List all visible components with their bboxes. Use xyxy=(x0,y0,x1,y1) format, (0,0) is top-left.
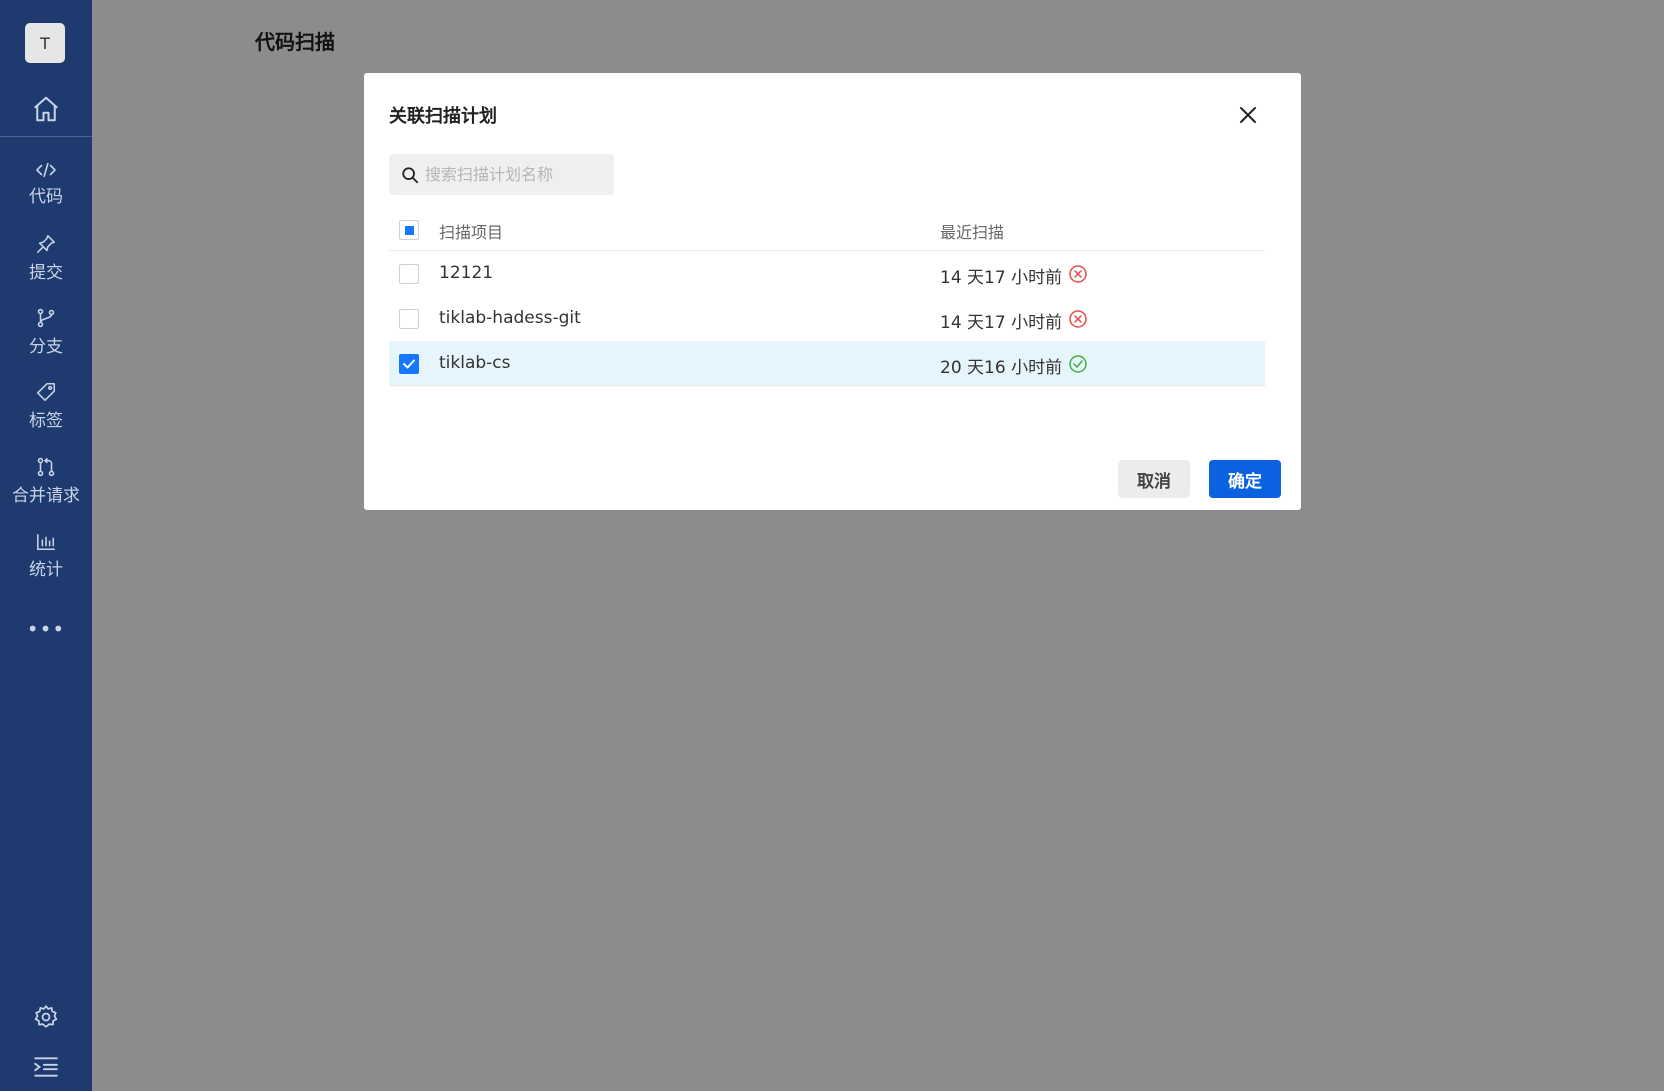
search-box xyxy=(389,154,614,195)
scan-project-name: tiklab-cs xyxy=(439,353,511,373)
sidebar-divider xyxy=(0,136,92,137)
sidebar-item-branch[interactable]: 分支 xyxy=(0,300,92,364)
close-button[interactable] xyxy=(1234,101,1262,129)
collapse-menu-icon xyxy=(34,1057,58,1077)
scan-project-name: 12121 xyxy=(439,263,494,283)
check-icon xyxy=(403,359,415,369)
home-icon xyxy=(34,96,58,122)
more-button[interactable]: ••• xyxy=(0,616,92,642)
sidebar-item-merge-request[interactable]: 合并请求 xyxy=(0,449,92,513)
sidebar: T 代码 提交 分支 标签 合并请求 统计 ••• xyxy=(0,0,92,1091)
pin-icon xyxy=(36,234,56,254)
select-all-checkbox[interactable] xyxy=(399,220,419,240)
dialog-title: 关联扫描计划 xyxy=(389,106,497,127)
recent-scan-time: 20 天16 小时前 xyxy=(940,358,1063,378)
collapse-sidebar-button[interactable] xyxy=(0,1052,92,1082)
branch-icon xyxy=(37,308,55,328)
column-header-name: 扫描项目 xyxy=(439,223,504,242)
sidebar-item-label: 标签 xyxy=(29,411,63,431)
table-row[interactable]: tiklab-cs 20 天16 小时前 xyxy=(389,341,1265,386)
close-icon xyxy=(1240,107,1256,123)
recent-scan-time: 14 天17 小时前 xyxy=(940,313,1063,333)
sidebar-item-tag[interactable]: 标签 xyxy=(0,374,92,438)
sidebar-item-code[interactable]: 代码 xyxy=(0,152,92,216)
more-icon: ••• xyxy=(26,617,66,641)
merge-request-icon xyxy=(37,457,55,477)
scan-plan-table: 扫描项目 最近扫描 12121 14 天17 小时前 tiklab-hadess… xyxy=(389,208,1265,386)
confirm-button[interactable]: 确定 xyxy=(1209,460,1281,498)
failed-status-icon xyxy=(1069,310,1087,328)
stats-icon xyxy=(37,533,55,551)
failed-status-icon xyxy=(1069,265,1087,283)
tag-icon xyxy=(36,382,56,402)
code-icon xyxy=(36,162,56,178)
column-header-recent: 最近扫描 xyxy=(940,223,1005,242)
table-header: 扫描项目 最近扫描 xyxy=(389,208,1265,251)
sidebar-item-label: 合并请求 xyxy=(12,486,80,506)
sidebar-item-commit[interactable]: 提交 xyxy=(0,226,92,290)
recent-scan-time: 14 天17 小时前 xyxy=(940,268,1063,288)
sidebar-item-stats[interactable]: 统计 xyxy=(0,524,92,588)
settings-button[interactable] xyxy=(0,1002,92,1032)
sidebar-item-label: 代码 xyxy=(29,187,63,207)
avatar[interactable]: T xyxy=(25,23,65,63)
sidebar-item-label: 统计 xyxy=(29,560,63,580)
search-icon xyxy=(402,166,419,183)
row-checkbox[interactable] xyxy=(399,309,419,329)
gear-icon xyxy=(34,1005,58,1028)
row-checkbox[interactable] xyxy=(399,264,419,284)
link-scan-plan-dialog: 关联扫描计划 扫描项目 最近扫描 12121 14 天17 小时前 tiklab… xyxy=(364,73,1301,510)
table-row[interactable]: 12121 14 天17 小时前 xyxy=(389,251,1265,296)
success-status-icon xyxy=(1069,355,1087,373)
home-button[interactable] xyxy=(0,88,92,130)
search-input[interactable] xyxy=(425,165,605,184)
sidebar-item-label: 分支 xyxy=(29,337,63,357)
scan-project-name: tiklab-hadess-git xyxy=(439,308,581,328)
cancel-button[interactable]: 取消 xyxy=(1118,460,1190,498)
table-row[interactable]: tiklab-hadess-git 14 天17 小时前 xyxy=(389,296,1265,341)
sidebar-item-label: 提交 xyxy=(29,263,63,283)
row-checkbox[interactable] xyxy=(399,354,419,374)
